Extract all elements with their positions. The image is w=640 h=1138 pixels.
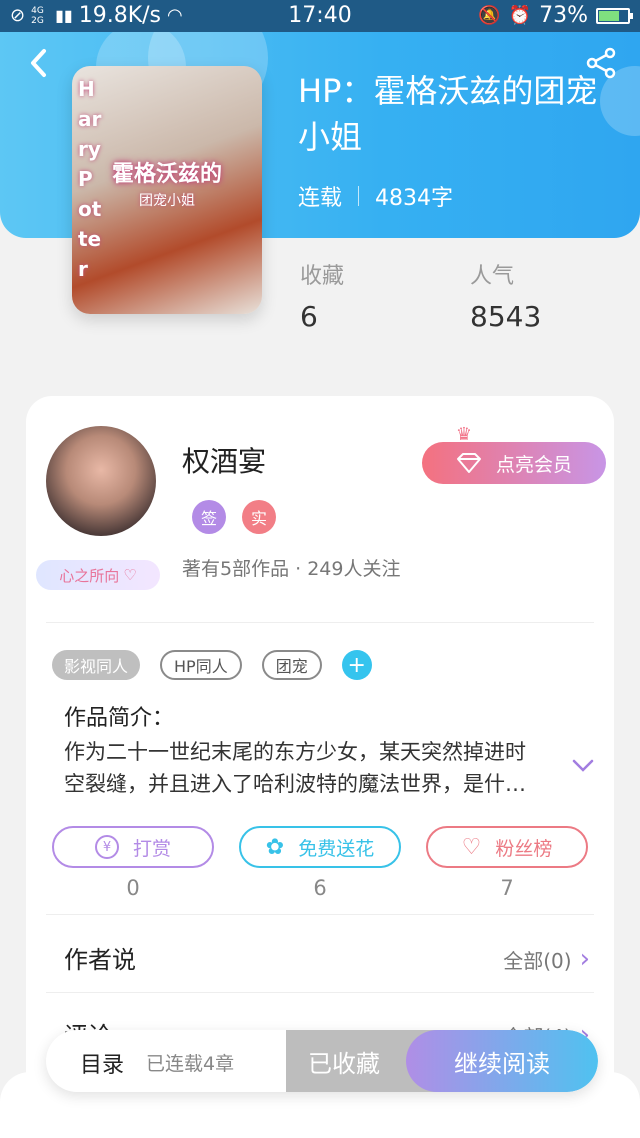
heart-icon: ♡ <box>123 566 137 584</box>
stat-popularity: 人气 8543 <box>470 258 541 333</box>
yen-icon: ¥ <box>94 835 119 859</box>
book-cover[interactable]: Harry Potter 霍格沃兹的 团宠小姐 <box>72 66 262 314</box>
fan-rank-button[interactable]: ♡ 粉丝榜 <box>426 826 588 868</box>
battery-percent: 73% <box>539 3 588 28</box>
author-says-all-link[interactable]: 全部(0) › <box>503 944 590 974</box>
tag-item[interactable]: 影视同人 <box>52 650 141 680</box>
chevron-left-icon <box>31 49 46 77</box>
chevron-down-icon <box>572 759 594 772</box>
send-flower-label: 免费送花 <box>298 837 375 860</box>
continue-reading-button[interactable]: 继续阅读 <box>406 1030 598 1092</box>
divider <box>46 914 594 915</box>
tag-item[interactable]: 团宠 <box>261 650 322 680</box>
expand-intro-button[interactable] <box>572 754 594 776</box>
divider <box>46 992 594 993</box>
heart-tag-label: 心之所向 <box>59 566 120 585</box>
stat-value: 8543 <box>470 300 542 333</box>
divider <box>46 622 594 623</box>
author-info: 著有5部作品 · 249人关注 <box>182 558 401 580</box>
continue-reading-label: 继续阅读 <box>454 1049 550 1078</box>
heart-tag: 心之所向 ♡ <box>36 560 160 590</box>
author-avatar[interactable] <box>46 426 156 536</box>
stat-value: 6 <box>300 300 318 333</box>
add-tag-button[interactable]: + <box>341 650 372 680</box>
stat-label: 收藏 <box>300 264 345 289</box>
vip-button-label: 点亮会员 <box>495 453 572 476</box>
toc-button[interactable]: 目录 <box>80 1047 124 1079</box>
cover-subtitle: 团宠小姐 <box>139 193 195 209</box>
flower-count: 6 <box>313 876 327 900</box>
flower-icon: ✿ <box>265 834 285 860</box>
detail-card: 心之所向 ♡ 权酒宴 签 实 著有5部作品 · 249人关注 ♛ 点亮会员 影视… <box>26 396 614 1116</box>
plus-icon: + <box>347 652 366 678</box>
intro-title: 作品简介： <box>64 706 175 731</box>
tag-item[interactable]: HP同人 <box>160 650 242 680</box>
author-name[interactable]: 权酒宴 <box>182 440 266 480</box>
signed-badge: 签 <box>192 500 226 534</box>
author-says-all-label: 全部(0) <box>503 948 572 973</box>
tip-count: 0 <box>126 876 140 900</box>
meta-divider <box>358 186 360 206</box>
bottom-action-bar: 目录 已连载4章 已收藏 继续阅读 <box>46 1030 598 1092</box>
mute-icon: 🔕 <box>478 5 501 26</box>
stat-label: 人气 <box>470 264 515 289</box>
status-bar: ⊘ 4G 2G ▮▮ 19.8K/s ◠ 17:40 🔕 ⏰ 73% <box>0 0 640 32</box>
author-says-title: 作者说 <box>64 946 136 974</box>
user-heart-icon: ♡ <box>461 834 482 860</box>
fan-count: 7 <box>500 876 514 900</box>
send-flower-button[interactable]: ✿ 免费送花 <box>239 826 401 868</box>
book-title: HP：霍格沃兹的团宠小姐 <box>298 72 598 156</box>
serial-status: 连载 <box>298 186 343 211</box>
book-meta: 连载 4834字 <box>298 180 453 212</box>
alarm-icon: ⏰ <box>508 5 532 26</box>
status-right: 🔕 ⏰ 73% <box>478 3 633 28</box>
back-button[interactable] <box>22 46 56 80</box>
tip-button[interactable]: ¥ 打赏 <box>52 826 214 868</box>
favorited-label: 已收藏 <box>308 1049 380 1078</box>
vip-button[interactable]: 点亮会员 <box>422 442 606 484</box>
intro-text: 作为二十一世纪末尾的东方少女，某天突然掉进时空裂缝，并且进入了哈利波特的魔法世界… <box>64 740 526 796</box>
fan-rank-label: 粉丝榜 <box>495 837 553 860</box>
verified-badge: 实 <box>242 500 276 534</box>
diamond-icon <box>456 453 481 473</box>
tag-list: 影视同人 HP同人 团宠 + <box>52 650 372 680</box>
battery-icon <box>596 7 633 24</box>
tip-label: 打赏 <box>132 837 171 860</box>
chevron-right-icon: › <box>579 944 590 974</box>
stat-favorites: 收藏 6 <box>300 258 344 333</box>
word-count: 4834字 <box>375 186 454 211</box>
chapter-count: 已连载4章 <box>146 1053 235 1075</box>
cover-title: 霍格沃兹的 <box>111 162 222 187</box>
